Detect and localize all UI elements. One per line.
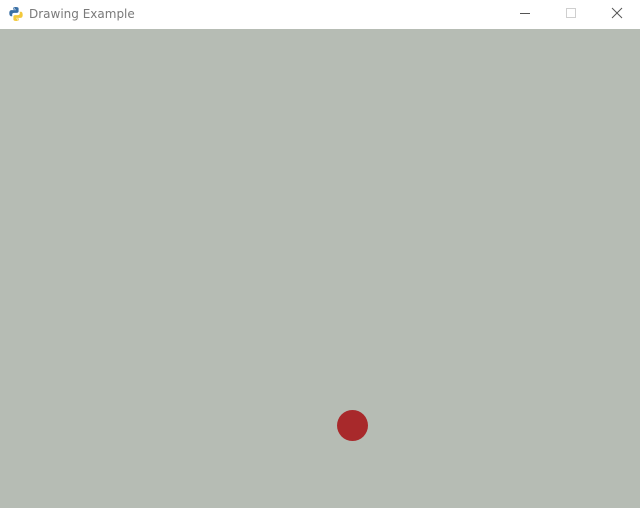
maximize-icon (566, 8, 576, 18)
maximize-button[interactable] (548, 0, 594, 29)
python-icon (8, 6, 24, 22)
red-ball (337, 410, 368, 441)
drawing-canvas[interactable] (0, 29, 640, 508)
title-bar[interactable]: Drawing Example (0, 0, 640, 29)
app-window: Drawing Example (0, 0, 640, 508)
close-icon (611, 7, 623, 19)
minimize-button[interactable] (502, 0, 548, 29)
close-button[interactable] (594, 0, 640, 29)
window-title: Drawing Example (29, 7, 135, 21)
minimize-icon (520, 13, 530, 14)
